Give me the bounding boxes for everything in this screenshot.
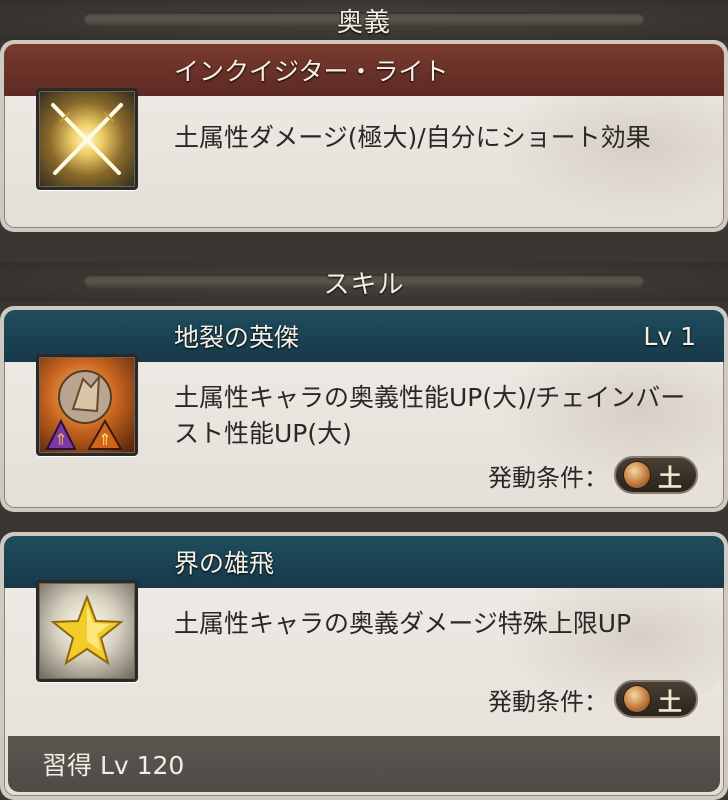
ougi-section-header: 奥義 — [0, 0, 728, 40]
element-badge: 土 — [614, 680, 698, 718]
element-badge: 土 — [614, 456, 698, 494]
ougi-card[interactable]: インクイジター・ライト 土属性ダメージ(極大)/自分にショート効果 — [0, 40, 728, 232]
crossed-swords-icon — [36, 88, 138, 190]
earth-rock-icon: ⇑ ⇑ — [36, 354, 138, 456]
svg-text:⇑: ⇑ — [54, 430, 67, 449]
skill-description: 土属性キャラの奥義ダメージ特殊上限UP — [174, 609, 632, 638]
condition-label: 発動条件： — [488, 463, 608, 492]
activation-condition: 発動条件： 土 — [488, 680, 698, 718]
ougi-name: インクイジター・ライト — [174, 57, 449, 86]
activation-condition: 発動条件： 土 — [488, 456, 698, 494]
skill-card-2[interactable]: 界の雄飛 土属性キャラの奥義ダメージ特殊上限UP 発動条件： 土 習得 Lv 1… — [0, 532, 728, 800]
ougi-description: 土属性ダメージ(極大)/自分にショート効果 — [174, 123, 651, 152]
star-icon — [36, 580, 138, 682]
skill-section-title: スキル — [323, 269, 405, 300]
ougi-section-title: 奥義 — [336, 7, 391, 38]
element-label: 土 — [658, 463, 682, 492]
skill-card-1[interactable]: 地裂の英傑 Lv 1 ⇑ ⇑ 土属性キャラの奥義性能UP(大)/チェインバースト… — [0, 306, 728, 512]
skill-section-header: スキル — [0, 262, 728, 302]
skill-name: 界の雄飛 — [174, 549, 275, 578]
condition-label: 発動条件： — [488, 687, 608, 716]
earth-element-icon — [624, 462, 650, 488]
skill-level: Lv 1 — [643, 321, 696, 351]
earth-element-icon — [624, 686, 650, 712]
skill-name: 地裂の英傑 — [174, 323, 300, 352]
chain-burst-up-icon: ⇑ — [87, 418, 123, 450]
attack-up-icon: ⇑ — [45, 418, 77, 450]
element-label: 土 — [658, 687, 682, 716]
svg-text:⇑: ⇑ — [98, 430, 111, 449]
learn-level-text: 習得 Lv 120 — [42, 751, 185, 780]
learn-level-footer: 習得 Lv 120 — [8, 736, 720, 792]
skill-description: 土属性キャラの奥義性能UP(大)/チェインバースト性能UP(大) — [174, 383, 686, 448]
